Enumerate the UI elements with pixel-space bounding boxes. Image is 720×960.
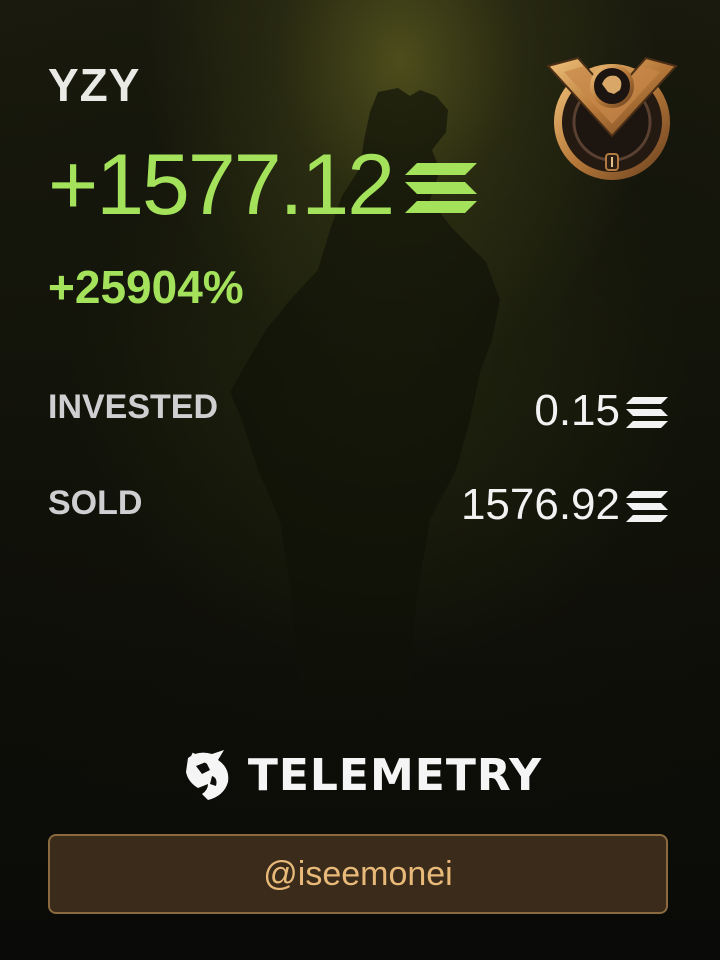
solana-icon — [626, 491, 668, 522]
brand: TELEMETRY — [0, 748, 720, 802]
rank-badge-icon — [546, 56, 678, 180]
pnl-row: +1577.12 — [48, 136, 478, 235]
invested-row: 0.15 — [534, 386, 668, 436]
telemetry-logo-icon — [185, 750, 229, 800]
pnl-card: YZY +1577.12 +25904% INVESTED 0.15 SOLD … — [0, 0, 720, 960]
handle-text: @iseemonei — [263, 854, 453, 893]
brand-name: TELEMETRY — [247, 749, 543, 801]
invested-label: INVESTED — [48, 388, 219, 426]
handle-button[interactable]: @iseemonei — [48, 834, 668, 914]
sold-value: 1576.92 — [460, 480, 620, 529]
solana-icon — [405, 162, 478, 213]
pnl-value: +1577.12 — [48, 137, 395, 233]
solana-icon — [626, 397, 668, 428]
pnl-percent: +25904% — [48, 261, 244, 313]
sold-row: 1576.92 — [461, 480, 668, 530]
invested-value: 0.15 — [534, 386, 620, 435]
token-symbol: YZY — [48, 59, 141, 111]
sold-label: SOLD — [48, 484, 143, 522]
